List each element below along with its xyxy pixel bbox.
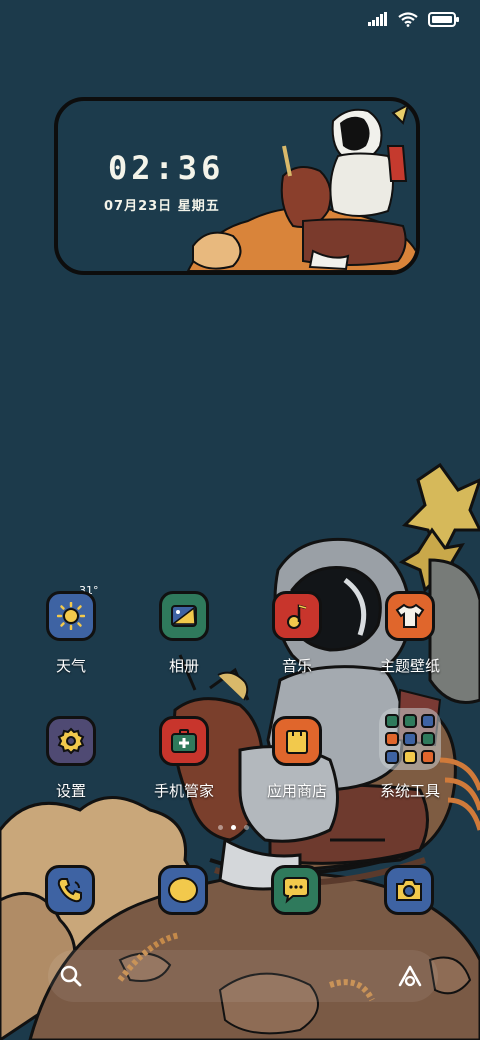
browser-circle-icon: [168, 877, 198, 903]
app-label: 手机管家: [153, 782, 214, 800]
page-dot: [218, 825, 223, 830]
app-label: 相册: [168, 657, 199, 675]
widget-date: 07月23日 星期五: [104, 199, 220, 214]
app-music[interactable]: 音乐: [242, 591, 352, 676]
dock-camera-button[interactable]: [384, 865, 434, 915]
wifi-icon: [398, 11, 418, 27]
shopping-bag-icon: [272, 716, 322, 766]
app-themes[interactable]: 主题壁纸: [355, 591, 465, 676]
page-dot: [244, 825, 249, 830]
tshirt-icon: [385, 591, 435, 641]
assistant-icon[interactable]: [398, 965, 422, 987]
app-label: 音乐: [281, 657, 312, 675]
gear-icon: [46, 716, 96, 766]
weather-sun-icon: [46, 591, 96, 641]
camera-icon: [396, 879, 422, 901]
music-note-icon: [272, 591, 322, 641]
battery-icon: [428, 11, 459, 27]
app-label: 应用商店: [266, 782, 327, 800]
app-store[interactable]: 应用商店: [242, 716, 352, 801]
app-folder-system-tools[interactable]: 系统工具: [355, 708, 465, 801]
gallery-icon: [159, 591, 209, 641]
app-label: 天气: [55, 657, 86, 675]
app-gallery[interactable]: 相册: [129, 591, 239, 676]
app-settings[interactable]: 设置: [16, 716, 126, 801]
dock-phone-button[interactable]: [45, 865, 95, 915]
message-bubble-icon: [283, 877, 309, 904]
app-label: 系统工具: [379, 782, 440, 800]
widget-time: 02:36: [108, 149, 225, 187]
clock-widget[interactable]: 02:36 07月23日 星期五: [54, 97, 420, 275]
status-bar: [368, 8, 460, 30]
search-bar[interactable]: [48, 950, 438, 1002]
app-weather[interactable]: 天气: [16, 591, 126, 676]
cellular-signal-icon: [368, 12, 387, 26]
dock-messages-button[interactable]: [271, 865, 321, 915]
page-dot-active: [231, 825, 236, 830]
app-label: 主题壁纸: [379, 657, 440, 675]
page-indicator[interactable]: [218, 825, 249, 830]
search-icon[interactable]: [60, 965, 82, 987]
phone-icon: [57, 878, 82, 903]
folder-icon: [379, 708, 441, 770]
app-security[interactable]: 手机管家: [129, 716, 239, 801]
app-label: 设置: [55, 782, 86, 800]
security-kit-icon: [159, 716, 209, 766]
dock-browser-button[interactable]: [158, 865, 208, 915]
